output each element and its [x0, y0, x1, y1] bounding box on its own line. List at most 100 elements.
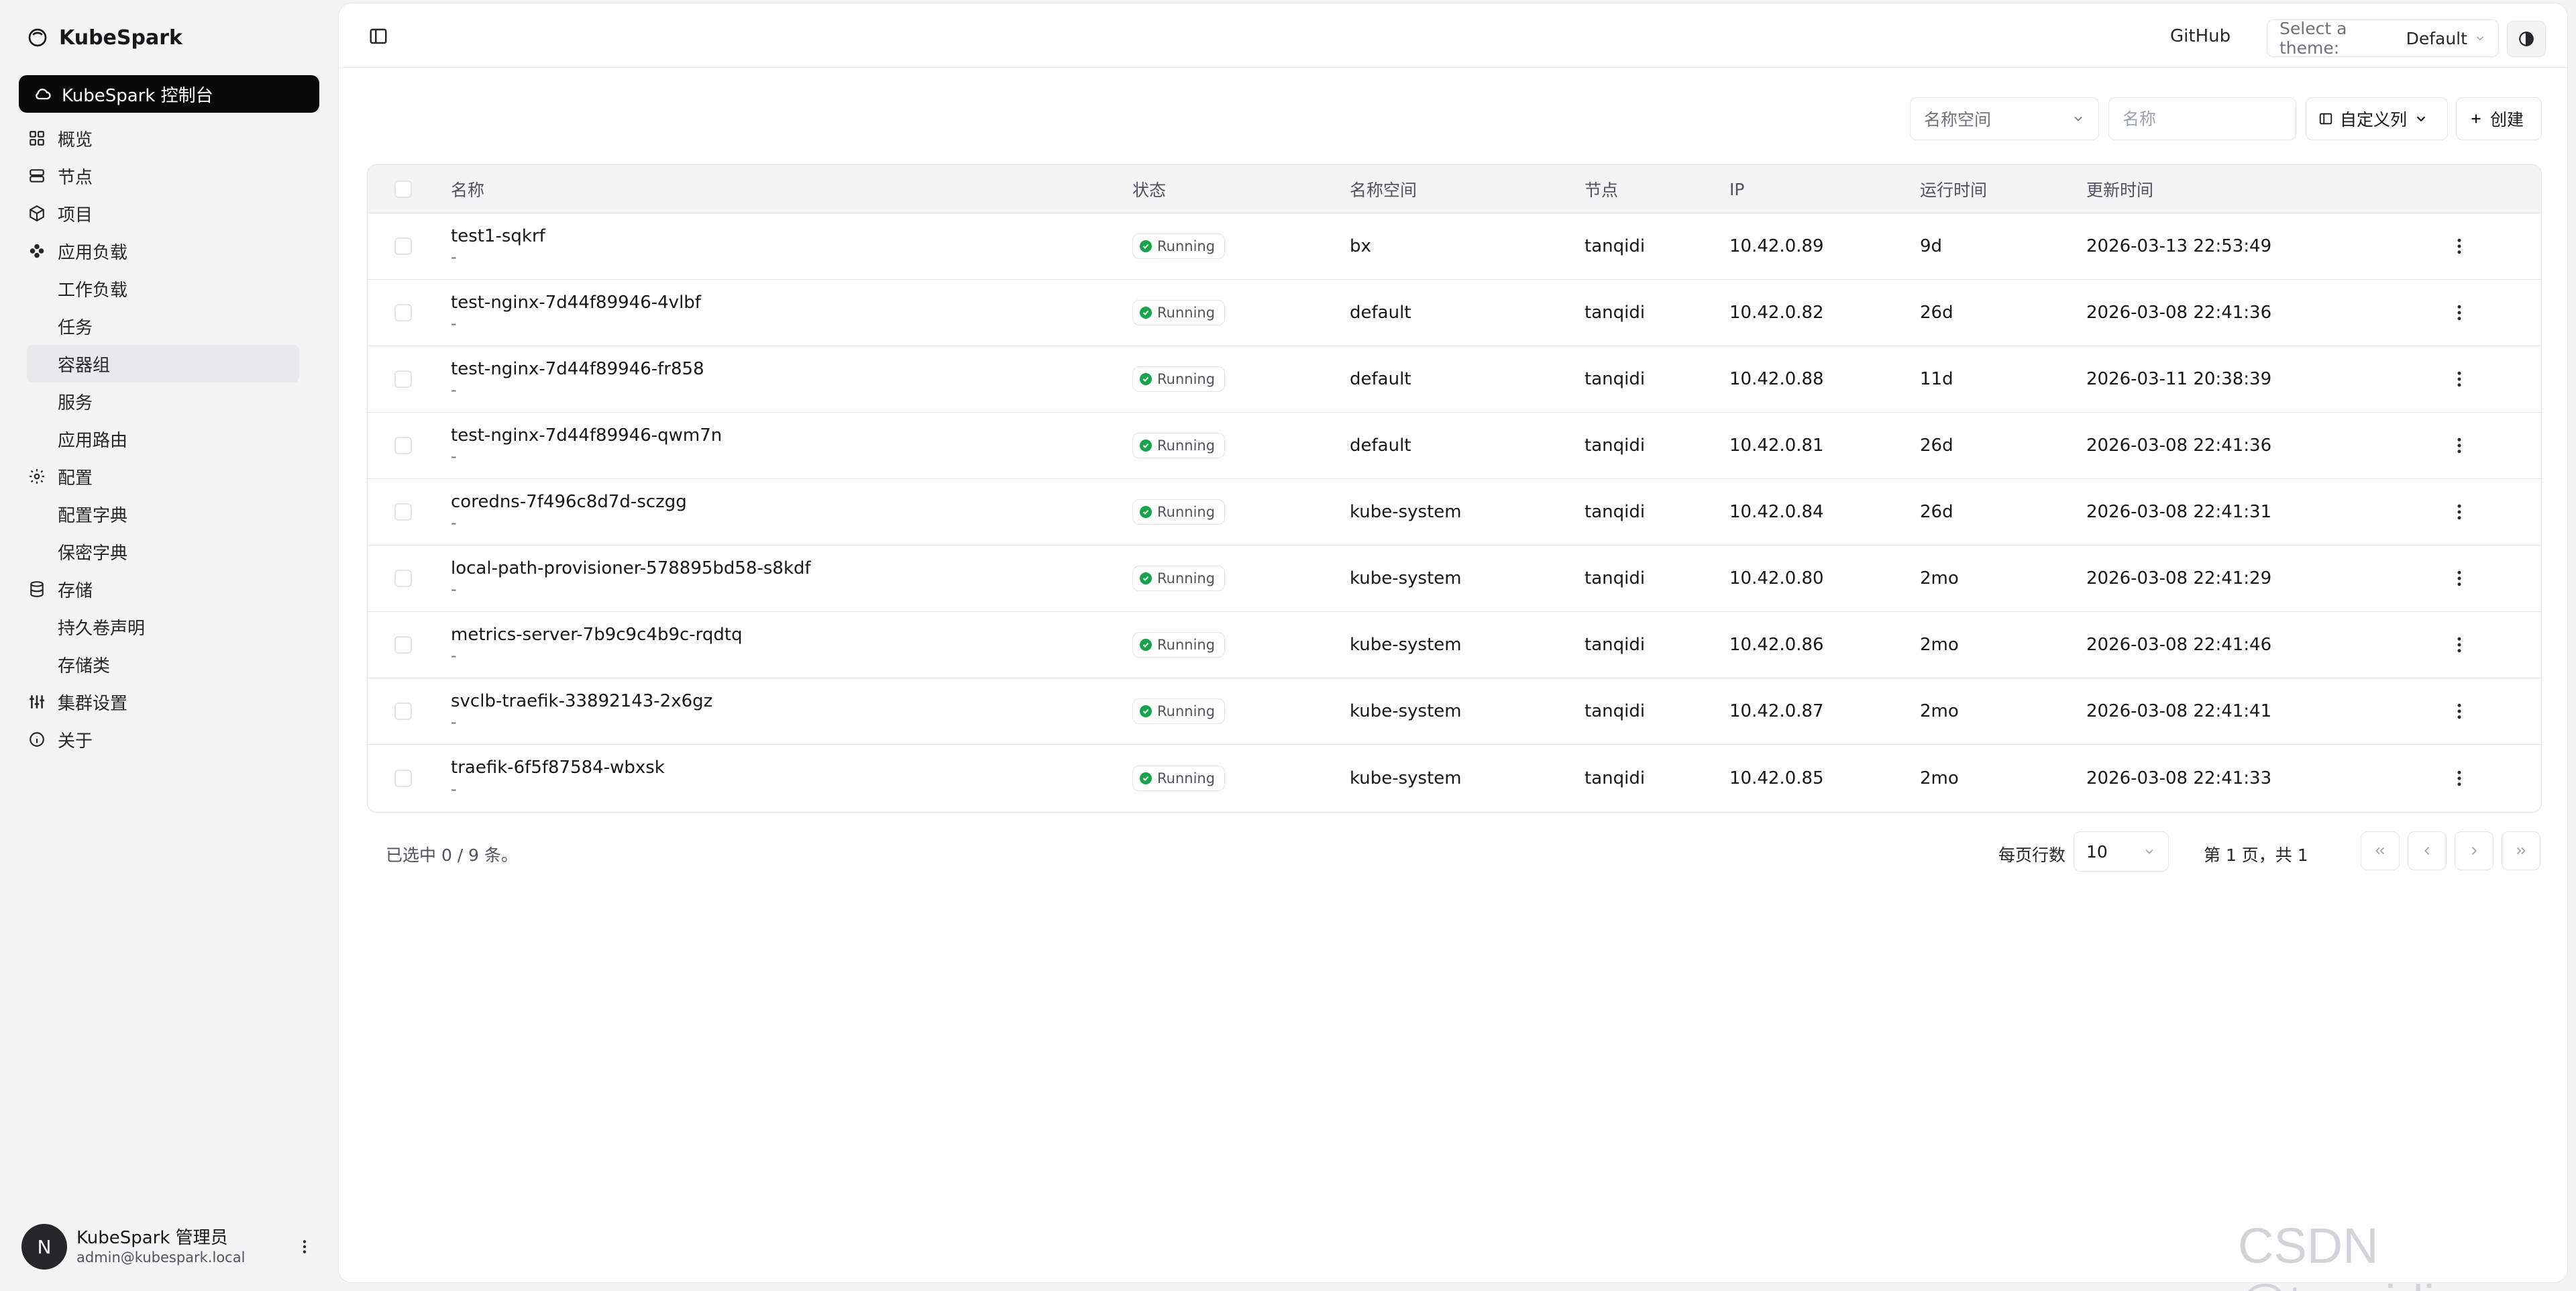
- pod-ip: 10.42.0.87: [1729, 701, 1824, 721]
- database-icon: [30, 581, 44, 597]
- table-row[interactable]: test-nginx-7d44f89946-fr858- Running defau…: [368, 346, 2541, 413]
- check-circle-icon: [1140, 307, 1152, 319]
- pod-namespace: default: [1350, 303, 1411, 323]
- console-button[interactable]: KubeSpark 控制台: [19, 75, 319, 113]
- sidebar-subitem-ingress[interactable]: 应用路由: [19, 420, 319, 458]
- create-button-label: 创建: [2490, 110, 2524, 130]
- more-vertical-icon[interactable]: [2449, 303, 2469, 323]
- pod-name[interactable]: test-nginx-7d44f89946-fr858: [451, 358, 704, 380]
- table-row[interactable]: test-nginx-7d44f89946-4vlbf - Running defau…: [368, 280, 2541, 346]
- pod-name[interactable]: test-nginx-7d44f89946-qwm7n: [451, 425, 722, 447]
- github-link[interactable]: GitHub: [2170, 26, 2231, 46]
- row-checkbox[interactable]: [394, 570, 412, 587]
- pod-name[interactable]: metrics-server-7b9c9c4b9c-rqdtq: [451, 624, 743, 646]
- sidebar-item-workloads[interactable]: 应用负载: [19, 232, 319, 270]
- chevrons-right-icon: [2516, 847, 2526, 855]
- pod-node: tanqidi: [1585, 369, 1646, 389]
- row-checkbox[interactable]: [394, 636, 412, 654]
- more-vertical-icon[interactable]: [2449, 568, 2469, 588]
- pod-namespace: default: [1350, 369, 1411, 389]
- table-row[interactable]: coredns-7f496c8d7d-sczgg - Running kube-sys…: [368, 479, 2541, 546]
- pod-name[interactable]: local-path-provisioner-578895bd58-s8kdf: [451, 558, 811, 580]
- pod-subtitle: -: [451, 513, 457, 533]
- namespace-select[interactable]: 名称空间: [1910, 97, 2099, 140]
- sidebar-subitem-jobs[interactable]: 任务: [19, 307, 319, 345]
- sidebar-item-storage[interactable]: 存储: [19, 570, 319, 608]
- column-header-name[interactable]: 名称: [451, 165, 484, 213]
- table-row[interactable]: svclb-traefik-33892143-2x6gz - Running kube…: [368, 678, 2541, 745]
- row-checkbox[interactable]: [394, 238, 412, 255]
- more-vertical-icon[interactable]: [2449, 236, 2469, 256]
- sidebar-subitem-services[interactable]: 服务: [19, 382, 319, 420]
- more-vertical-icon[interactable]: [2449, 768, 2469, 788]
- column-header-status[interactable]: 状态: [1132, 165, 1166, 213]
- sidebar-item-projects[interactable]: 项目: [19, 195, 319, 232]
- table-row[interactable]: test1-sqkrf - Running bx tanqidi 10.42.0.89 9d…: [368, 213, 2541, 280]
- columns-button[interactable]: 自定义列: [2306, 97, 2448, 140]
- cloud-icon: [36, 89, 51, 100]
- pod-age: 26d: [1920, 303, 1953, 323]
- row-checkbox[interactable]: [394, 769, 412, 787]
- pod-name[interactable]: traefik-6f5f87584-wbxsk: [451, 757, 665, 779]
- pod-namespace: kube-system: [1350, 635, 1462, 655]
- pod-updated: 2026-03-08 22:41:36: [2086, 303, 2272, 323]
- table-row[interactable]: local-path-provisioner-578895bd58-s8kdf -…: [368, 546, 2541, 612]
- row-checkbox[interactable]: [394, 370, 412, 388]
- pod-ip: 10.42.0.80: [1729, 568, 1824, 588]
- table-row[interactable]: test-nginx-7d44f89946-qwm7n - Running defau…: [368, 413, 2541, 479]
- sidebar-subitem-secrets[interactable]: 保密字典: [19, 533, 319, 570]
- column-header-age[interactable]: 运行时间: [1920, 165, 1987, 213]
- more-vertical-icon[interactable]: [2449, 635, 2469, 655]
- table-row[interactable]: metrics-server-7b9c9c4b9c-rqdtq - Running k…: [368, 612, 2541, 678]
- pod-node: tanqidi: [1585, 568, 1646, 588]
- status-text: Running: [1157, 371, 1216, 387]
- user-profile[interactable]: N KubeSpark 管理员 admin@kubespark.local: [21, 1223, 317, 1271]
- pod-name[interactable]: svclb-traefik-33892143-2x6gz: [451, 690, 712, 713]
- first-page-button[interactable]: [2361, 831, 2400, 870]
- column-header-namespace[interactable]: 名称空间: [1350, 165, 1417, 213]
- prev-page-button[interactable]: [2408, 831, 2447, 870]
- rows-per-page-select[interactable]: 10: [2074, 831, 2169, 872]
- more-vertical-icon[interactable]: [292, 1235, 317, 1259]
- column-header-updated[interactable]: 更新时间: [2086, 165, 2153, 213]
- sidebar-item-label: 存储: [58, 580, 93, 601]
- sidebar-item-label: 关于: [58, 731, 93, 752]
- sidebar-item-about[interactable]: 关于: [19, 721, 319, 758]
- pod-name[interactable]: test-nginx-7d44f89946-4vlbf: [451, 292, 701, 314]
- sidebar-subitem-storageclass[interactable]: 存储类: [19, 646, 319, 683]
- sidebar-subitem-configmaps[interactable]: 配置字典: [19, 495, 319, 533]
- create-button[interactable]: 创建: [2456, 97, 2542, 140]
- row-checkbox[interactable]: [394, 703, 412, 720]
- row-checkbox[interactable]: [394, 503, 412, 521]
- sidebar-item-overview[interactable]: 概览: [19, 119, 319, 157]
- sidebar-item-config[interactable]: 配置: [19, 458, 319, 495]
- sidebar-subitem-pvc[interactable]: 持久卷声明: [19, 608, 319, 646]
- theme-select[interactable]: Select a theme: Default: [2267, 19, 2499, 58]
- pod-name[interactable]: test1-sqkrf: [451, 225, 545, 248]
- column-header-ip[interactable]: IP: [1729, 165, 1744, 213]
- brand[interactable]: KubeSpark: [27, 21, 182, 54]
- pod-namespace: bx: [1350, 236, 1371, 256]
- name-filter-input[interactable]: [2108, 97, 2296, 140]
- sidebar-subitem-deployments[interactable]: 工作负载: [19, 270, 319, 307]
- sidebar-toggle-icon[interactable]: [368, 26, 388, 46]
- column-header-node[interactable]: 节点: [1585, 165, 1618, 213]
- sidebar-item-nodes[interactable]: 节点: [19, 157, 319, 195]
- status-text: Running: [1157, 437, 1216, 454]
- more-vertical-icon[interactable]: [2449, 701, 2469, 721]
- row-checkbox[interactable]: [394, 304, 412, 321]
- pod-name[interactable]: coredns-7f496c8d7d-sczgg: [451, 491, 687, 513]
- last-page-button[interactable]: [2502, 831, 2540, 870]
- topbar: GitHub Select a theme: Default: [339, 3, 2567, 68]
- more-vertical-icon[interactable]: [2449, 502, 2469, 522]
- pod-updated: 2026-03-08 22:41:33: [2086, 768, 2272, 788]
- next-page-button[interactable]: [2455, 831, 2493, 870]
- more-vertical-icon[interactable]: [2449, 369, 2469, 389]
- theme-mode-toggle[interactable]: [2507, 21, 2546, 57]
- sidebar-subitem-pods[interactable]: 容器组: [27, 345, 299, 382]
- sidebar-item-cluster-settings[interactable]: 集群设置: [19, 683, 319, 721]
- table-row[interactable]: traefik-6f5f87584-wbxsk - Running kube-syst…: [368, 745, 2541, 811]
- row-checkbox[interactable]: [394, 437, 412, 454]
- select-all-checkbox[interactable]: [394, 180, 412, 198]
- more-vertical-icon[interactable]: [2449, 435, 2469, 456]
